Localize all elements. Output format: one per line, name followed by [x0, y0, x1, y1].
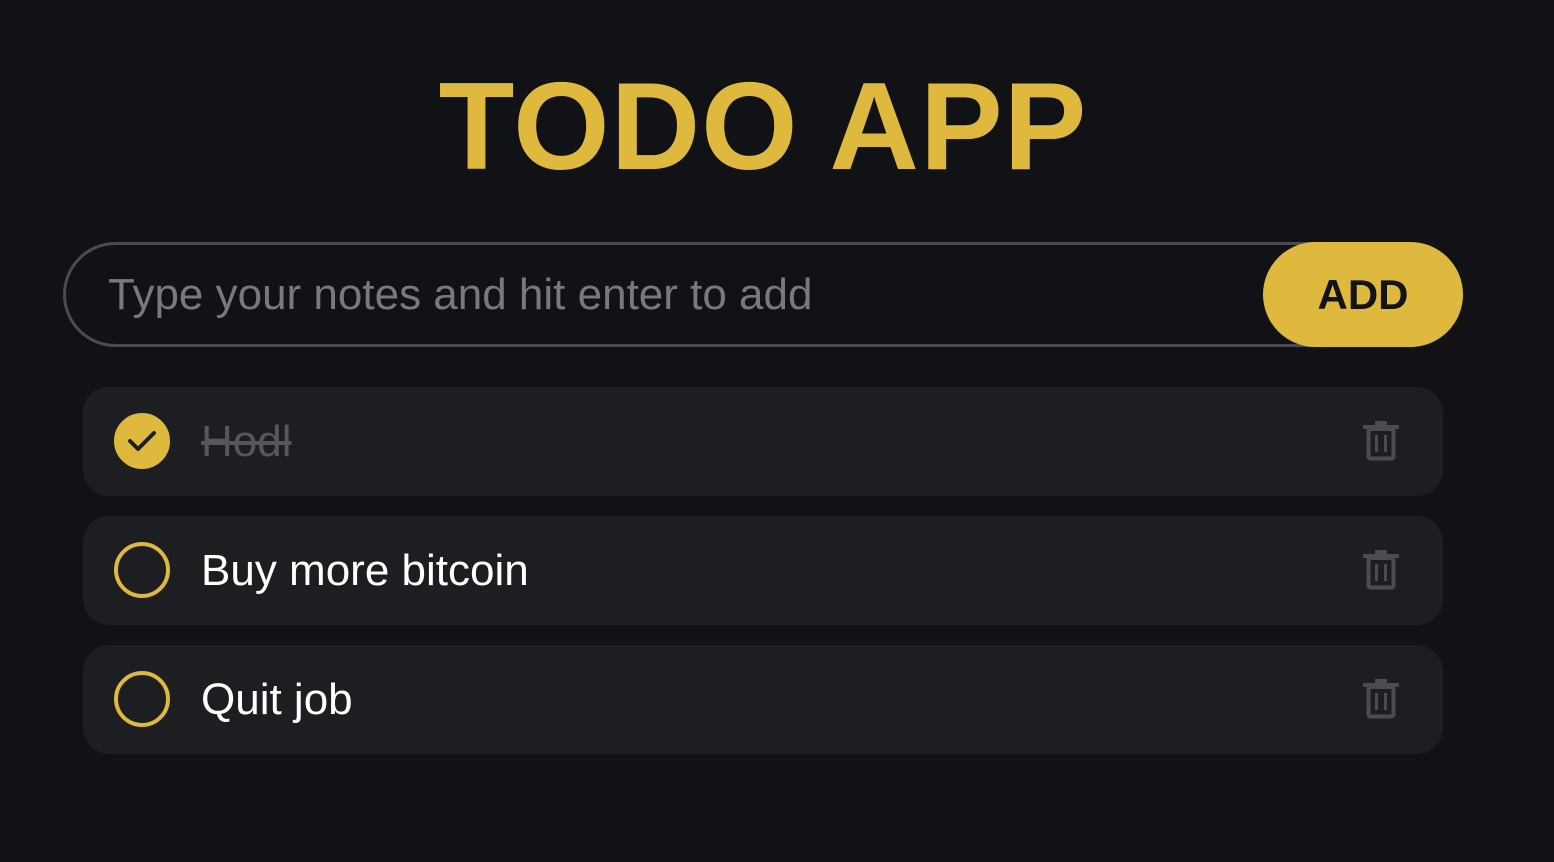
- todo-checkbox-checked[interactable]: [114, 413, 170, 469]
- trash-icon[interactable]: [1363, 421, 1399, 461]
- note-input[interactable]: [63, 242, 1383, 347]
- todo-app: TODO APP ADD Hodl Buy more: [0, 0, 1554, 862]
- todo-item: Buy more bitcoin: [83, 516, 1443, 625]
- todo-item: Quit job: [83, 645, 1443, 754]
- todo-checkbox[interactable]: [114, 542, 170, 598]
- check-icon: [128, 431, 156, 451]
- todo-item: Hodl: [83, 387, 1443, 496]
- add-todo-form: ADD: [63, 242, 1463, 347]
- add-button[interactable]: ADD: [1263, 242, 1463, 347]
- todo-list: Hodl Buy more bitcoin Quit job: [83, 387, 1443, 774]
- todo-text: Quit job: [201, 675, 353, 724]
- trash-icon[interactable]: [1363, 679, 1399, 719]
- todo-checkbox[interactable]: [114, 671, 170, 727]
- page-title: TODO APP: [438, 58, 1088, 196]
- trash-icon[interactable]: [1363, 550, 1399, 590]
- todo-text: Buy more bitcoin: [201, 546, 529, 595]
- todo-text: Hodl: [201, 417, 292, 466]
